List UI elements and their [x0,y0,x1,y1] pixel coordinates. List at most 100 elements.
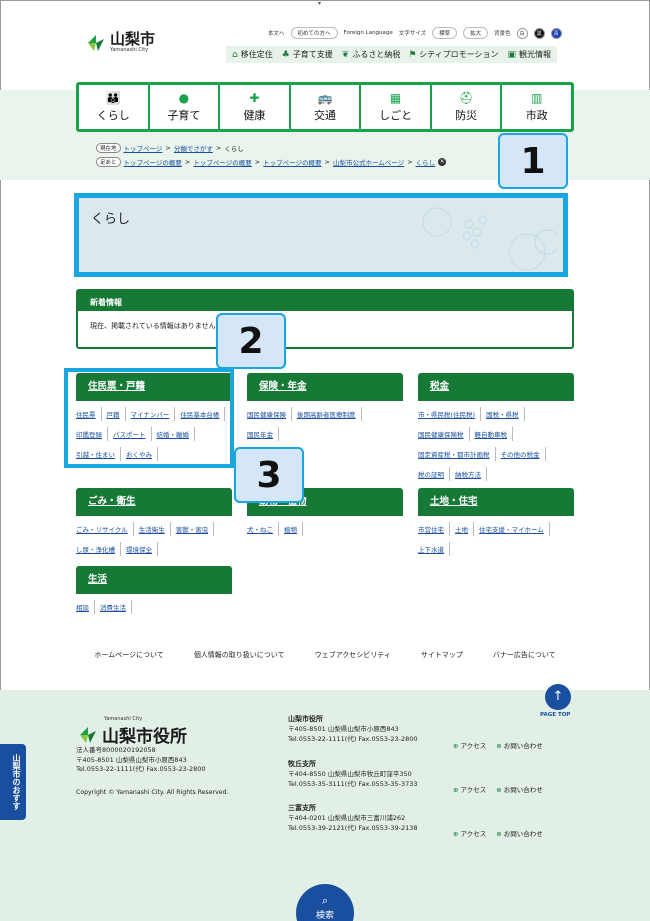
office-mitomi: 三富支所 〒404-0201 山梨県山梨市三富川浦262 Tel.0553-39… [288,803,418,833]
breadcrumb-link[interactable]: 山梨市公式ホームページ [333,157,404,167]
mainnav-item-kosodate[interactable]: ● 子育て [150,85,221,129]
city-emblem-icon [88,34,104,51]
office-makioka: 牧丘支所 〒404-8550 山梨県山梨市牧丘町窪平350 Tel.0553-3… [288,759,418,789]
footer-link[interactable]: 個人情報の取り扱いについて [194,650,285,660]
bg-black-button[interactable]: 黒 [533,27,545,39]
mainnav-item-shigoto[interactable]: ▦ しごと [361,85,432,129]
category-link[interactable]: 国民健康保険税 [418,427,470,441]
bg-white-button[interactable]: 白 [516,27,528,39]
breadcrumb-link[interactable]: トップページ [124,143,163,153]
mainnav-item-bosai[interactable]: ⛑ 防災 [432,85,503,129]
category-link[interactable]: 環境保全 [126,542,158,556]
breadcrumb-sep: > [165,144,171,152]
pin-icon: ● [178,90,190,105]
access-link[interactable]: アクセス [453,828,487,838]
category-link[interactable]: 市・県民税(住民税) [418,407,482,421]
category-link[interactable]: 犬・ねこ [247,522,279,536]
clear-history-icon[interactable]: × [438,158,447,166]
contact-link[interactable]: お問い合わせ [496,784,543,794]
medical-bag-icon: ✚ [249,90,260,105]
category-links: 国民健康保険 後期高齢者医療制度 国民年金 [247,407,403,447]
category-link[interactable]: 税の証明 [418,467,450,481]
plus-circle-icon: ⊕ [0,784,1,791]
category-link[interactable]: 固定資産税・都市計画税 [418,447,496,461]
category-title[interactable]: 保険・年金 [247,373,403,401]
main-nav: 👪 くらし ● 子育て ✚ 健康 🚌 交通 ▦ しごと ⛑ 防災 ▥ 市政 [76,82,574,132]
category-gomi: ごみ・衛生 ごみ・リサイクル 生活衛生 害獣・害虫 し尿・浄化槽 環境保全 [76,488,232,562]
category-title[interactable]: 土地・住宅 [418,488,574,516]
category-link[interactable]: 市営住宅 [418,522,450,536]
city-emblem-icon [80,726,96,743]
category-link[interactable]: 植物 [284,522,303,536]
mainnav-label: 市政 [525,108,548,122]
utility-bar: 本文へ 初めての方へ Foreign Language 文字サイズ 標準 拡大 … [268,27,562,39]
category-title[interactable]: 税金 [418,373,574,401]
office-links: アクセス お問い合わせ [453,740,543,750]
access-link[interactable]: アクセス [453,740,487,750]
category-title-text: 土地・住宅 [430,496,478,507]
site-logo[interactable]: 山梨市 Yamanashi City [86,32,155,53]
category-link[interactable]: ごみ・リサイクル [76,522,134,536]
category-link[interactable]: 害獣・害虫 [176,522,215,536]
news-heading: 新着情報 [78,291,572,311]
footer-link[interactable]: ウェブアクセシビリティ [315,650,391,660]
category-link[interactable]: 軽自動車税 [475,427,513,441]
category-link[interactable]: 住宅支援・マイホーム [479,522,550,536]
footer-link[interactable]: ホームページについて [94,650,163,660]
mainnav-item-shisei[interactable]: ▥ 市政 [502,85,571,129]
breadcrumb-link[interactable]: トップページの概要 [124,157,182,167]
breadcrumb-link[interactable]: くらし [416,157,436,167]
category-link[interactable]: 国税・県税 [486,407,525,421]
bg-blue-button[interactable]: 青 [550,27,562,39]
breadcrumb-sep: > [184,158,191,166]
recommend-side-tab[interactable]: 山梨市のおすすめ ⊕ [0,744,26,820]
category-title-text: 税金 [430,381,450,392]
breadcrumb-tag: 現在地 [96,143,121,153]
office-links: アクセス お問い合わせ [453,828,543,838]
font-standard-button[interactable]: 標準 [432,27,458,39]
category-link[interactable]: 納税方法 [455,467,487,481]
topnav-item-tourism[interactable]: ▣ 観光情報 [507,49,551,60]
bg-color-label: 背景色 [494,31,511,37]
category-link[interactable]: 上下水道 [418,542,450,556]
topnav-item-furusato[interactable]: ❦ ふるさと納税 [342,49,401,60]
font-enlarge-button[interactable]: 拡大 [463,27,489,39]
topnav-item-promotion[interactable]: ⚑ シティプロモーション [409,49,498,60]
category-title[interactable]: ごみ・衛生 [76,488,232,516]
footer-link[interactable]: バナー広告について [493,650,556,660]
topnav-label: シティプロモーション [419,50,499,59]
contact-link[interactable]: お問い合わせ [496,828,543,838]
office-address: 〒405-8501 山梨県山梨市小原西843 [288,725,399,733]
footer-link[interactable]: サイトマップ [421,650,463,660]
category-link[interactable]: その他の税金 [501,447,546,461]
contact-link[interactable]: お問い合わせ [496,740,543,750]
topnav-item-childcare[interactable]: ♣ 子育て支援 [282,49,333,60]
topnav-item-migration[interactable]: ⌂ 移住定住 [232,49,273,60]
category-links: 犬・ねこ 植物 [247,522,403,542]
category-link[interactable]: し尿・浄化槽 [76,542,121,556]
category-link[interactable]: 生活衛生 [139,522,171,536]
breadcrumb-link[interactable]: トップページの概要 [193,157,251,167]
mainnav-item-kotsu[interactable]: 🚌 交通 [291,85,362,129]
foreign-language-link[interactable]: Foreign Language [344,30,393,36]
category-link[interactable]: 相談 [76,600,95,614]
breadcrumb-sep: > [407,158,413,166]
first-time-link[interactable]: 初めての方へ [290,27,338,39]
office-name: 牧丘支所 [288,760,316,768]
category-link[interactable]: 国民年金 [247,427,279,441]
mainnav-item-kurashi[interactable]: 👪 くらし [79,85,150,129]
topnav-label: 子育て支援 [292,50,333,59]
page-top-button[interactable]: ↑ [545,684,571,710]
mainnav-item-kenko[interactable]: ✚ 健康 [220,85,291,129]
office-tel: Tel.0553-22-1111(代) Fax.0553-23-2800 [288,735,418,743]
category-title[interactable]: 生活 [76,566,232,594]
category-link[interactable]: 消費生活 [100,600,132,614]
family-icon: 👪 [105,90,121,105]
category-link[interactable]: 後期高齢者医療制度 [297,407,362,421]
breadcrumb-link[interactable]: 分類でさがす [174,143,213,153]
category-link[interactable]: 国民健康保険 [247,407,292,421]
breadcrumb-link[interactable]: トップページの概要 [263,157,321,167]
skip-to-content-link[interactable]: 本文へ [268,29,285,37]
access-link[interactable]: アクセス [453,784,487,794]
category-link[interactable]: 土地 [455,522,474,536]
